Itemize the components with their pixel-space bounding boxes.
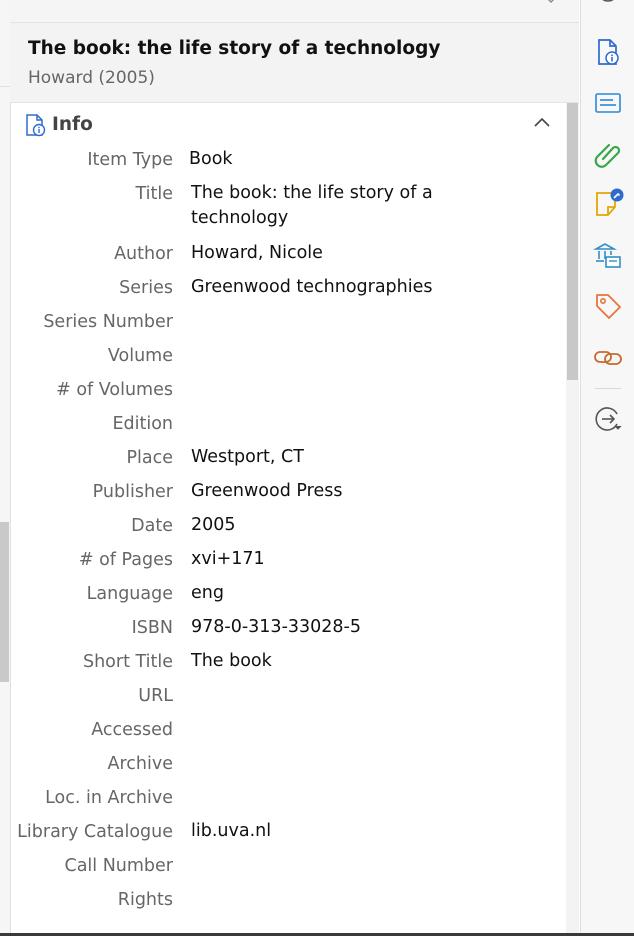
field-label: Edition <box>112 414 173 434</box>
sidenav-notes-button[interactable] <box>593 187 624 217</box>
sidenav-attachments-button[interactable] <box>593 139 623 169</box>
field-label: Series <box>119 278 173 298</box>
field-value[interactable]: The book: the life story of a technology <box>191 181 451 231</box>
field-label: Loc. in Archive <box>45 788 173 808</box>
field-label: # of Volumes <box>56 380 173 400</box>
divider <box>595 388 621 389</box>
divider <box>0 86 10 87</box>
sidenav-libraries-collections-button[interactable] <box>592 240 623 270</box>
item-list-scrollbar-thumb[interactable] <box>0 522 9 682</box>
sidenav-tags-button[interactable] <box>593 291 623 321</box>
field-label: ISBN <box>131 618 173 638</box>
notes-icon <box>596 188 624 216</box>
item-title[interactable]: The book: the life story of a technology <box>28 38 440 59</box>
field-value[interactable]: Greenwood Press <box>191 479 551 504</box>
field-value[interactable]: eng <box>191 581 551 606</box>
field-label: # of Pages <box>78 550 173 570</box>
field-label: Language <box>86 584 173 604</box>
field-value[interactable]: xvi+171 <box>191 547 551 572</box>
related-link-icon <box>594 351 622 365</box>
field-label: URL <box>138 686 173 706</box>
field-value[interactable]: 2005 <box>191 513 551 538</box>
info-document-icon <box>598 39 619 65</box>
field-label: Archive <box>107 754 173 774</box>
field-value[interactable]: The book <box>191 649 551 674</box>
info-section-header[interactable]: Info <box>10 103 566 145</box>
field-label: Item Type <box>87 150 173 170</box>
field-label: Date <box>131 516 173 536</box>
abstract-icon <box>595 93 621 113</box>
info-document-icon <box>24 113 48 141</box>
sidenav-related-button[interactable] <box>593 343 623 373</box>
section-title: Info <box>52 114 93 135</box>
locate-arrow-icon <box>595 407 622 431</box>
field-value[interactable]: Book <box>189 147 549 172</box>
field-value[interactable]: lib.uva.nl <box>191 819 551 844</box>
field-label: Author <box>114 244 173 264</box>
sidenav-abstract-button[interactable] <box>593 88 623 118</box>
field-label: Title <box>135 184 173 204</box>
item-pane-sidenav <box>580 0 634 936</box>
scrollbar-thumb[interactable] <box>567 103 578 380</box>
field-label: Volume <box>107 346 173 366</box>
field-value[interactable]: Westport, CT <box>191 445 551 470</box>
attachment-paperclip-icon <box>594 143 621 168</box>
field-value[interactable]: Howard, Nicole <box>191 241 551 266</box>
tag-icon <box>596 294 621 319</box>
field-label: Accessed <box>91 720 173 740</box>
item-creator-year: Howard (2005) <box>28 68 155 88</box>
chevron-up-icon[interactable] <box>534 117 550 127</box>
field-value[interactable]: Greenwood technographies <box>191 275 551 300</box>
libraries-collections-icon <box>592 243 621 268</box>
field-label: Call Number <box>64 856 173 876</box>
sidenav-locate-button[interactable] <box>593 404 623 434</box>
field-label: Rights <box>117 890 173 910</box>
sync-icon[interactable] <box>595 0 621 8</box>
info-pane-scrollbar[interactable] <box>566 103 579 936</box>
chevron-down-icon[interactable] <box>545 0 557 10</box>
field-value[interactable]: 978-0-313-33028-5 <box>191 615 551 640</box>
field-label: Publisher <box>92 482 173 502</box>
sidenav-info-button[interactable] <box>593 37 623 67</box>
field-label: Place <box>126 448 173 468</box>
field-label: Series Number <box>43 312 173 332</box>
field-label: Library Catalogue <box>17 822 173 842</box>
pane-top-bar <box>10 0 579 23</box>
field-label: Short Title <box>82 652 173 672</box>
item-header: The book: the life story of a technology… <box>10 23 579 103</box>
